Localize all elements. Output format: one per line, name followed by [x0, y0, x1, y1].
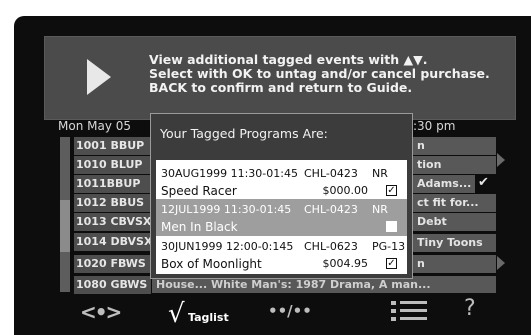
list-icon[interactable]	[390, 298, 428, 324]
program-cell[interactable]: ct fit for...	[413, 194, 496, 212]
tagged-program-item-selected[interactable]: 12JUL1999 11:30-01:45 CHL-0423 NR Men In…	[156, 199, 407, 236]
instruction-panel: View additional tagged events with ▲▼. S…	[44, 36, 516, 120]
tag-checkbox[interactable]: ✓	[386, 185, 397, 196]
program-rating: NR	[372, 203, 388, 216]
chevron-right-icon[interactable]	[497, 256, 505, 270]
channel-row[interactable]: 1013 CBVSX	[74, 213, 151, 231]
program-title: Men In Black	[161, 220, 238, 234]
guide-date: Mon May 05	[58, 119, 132, 133]
channel-row[interactable]: 1001 BBUP	[74, 137, 151, 155]
program-cell[interactable]: n	[413, 255, 496, 273]
program-cell[interactable]: Tiny Toons	[413, 234, 496, 252]
program-cell[interactable]: Adams...	[413, 175, 475, 193]
program-date: 30AUG1999 11:30-01:45	[161, 167, 298, 180]
program-channel: CHL-0423	[304, 167, 358, 180]
dialog-title: Your Tagged Programs Are:	[160, 126, 328, 141]
channel-scrollbar-thumb[interactable]	[60, 200, 70, 252]
taglist-button[interactable]: Taglist	[188, 311, 229, 324]
help-icon[interactable]: ?	[464, 296, 476, 321]
screen: View additional tagged events with ▲▼. S…	[0, 0, 531, 335]
program-rating: PG-13	[372, 240, 406, 253]
channel-row[interactable]: 1080 GBWS	[74, 276, 151, 294]
check-icon[interactable]: √	[168, 299, 185, 329]
channel-row[interactable]: 1020 FBWS	[74, 255, 151, 273]
tag-checkbox[interactable]	[386, 221, 397, 232]
instruction-line-1: View additional tagged events with ▲▼.	[149, 52, 428, 67]
instruction-line-2: Select with OK to untag and/or cancel pu…	[149, 66, 490, 81]
tagged-programs-list: 30AUG1999 11:30-01:45 CHL-0423 NR Speed …	[156, 160, 407, 274]
channel-row[interactable]: 1011BBUP	[74, 175, 151, 193]
tagged-programs-dialog: Your Tagged Programs Are: 30AUG1999 11:3…	[150, 113, 413, 279]
guide-time: :30 pm	[413, 119, 456, 133]
tag-checkbox[interactable]: ✓	[386, 258, 397, 269]
page-icon[interactable]: ••/••	[268, 302, 312, 320]
program-date: 30JUN1999 12:00-0:145	[161, 240, 294, 253]
tagged-check-icon: ✔	[478, 175, 489, 190]
program-cell[interactable]: Debt	[413, 213, 496, 231]
tagged-program-item[interactable]: 30AUG1999 11:30-01:45 CHL-0423 NR Speed …	[156, 163, 407, 200]
play-icon	[87, 59, 111, 95]
channel-row[interactable]: 1010 BLUP	[74, 156, 151, 174]
program-cell[interactable]: n	[413, 137, 496, 155]
program-price: $000.00	[322, 184, 369, 197]
tagged-program-item[interactable]: 30JUN1999 12:00-0:145 CHL-0623 PG-13 Box…	[156, 236, 407, 273]
instruction-line-3: BACK to confirm and return to Guide.	[149, 80, 413, 95]
program-cell[interactable]: tion	[413, 156, 496, 174]
channel-row[interactable]: 1012 BBUS	[74, 194, 151, 212]
program-channel: CHL-0423	[304, 203, 358, 216]
nav-arrows-icon[interactable]: <•>	[80, 300, 122, 324]
chevron-right-icon[interactable]	[497, 153, 505, 167]
program-price: $004.95	[322, 257, 369, 270]
program-rating: NR	[372, 167, 388, 180]
program-date: 12JUL1999 11:30-01:45	[161, 203, 292, 216]
program-title: Speed Racer	[161, 184, 237, 198]
program-channel: CHL-0623	[304, 240, 358, 253]
program-title: Box of Moonlight	[161, 257, 262, 271]
channel-row[interactable]: 1014 DBVSX	[74, 233, 152, 251]
